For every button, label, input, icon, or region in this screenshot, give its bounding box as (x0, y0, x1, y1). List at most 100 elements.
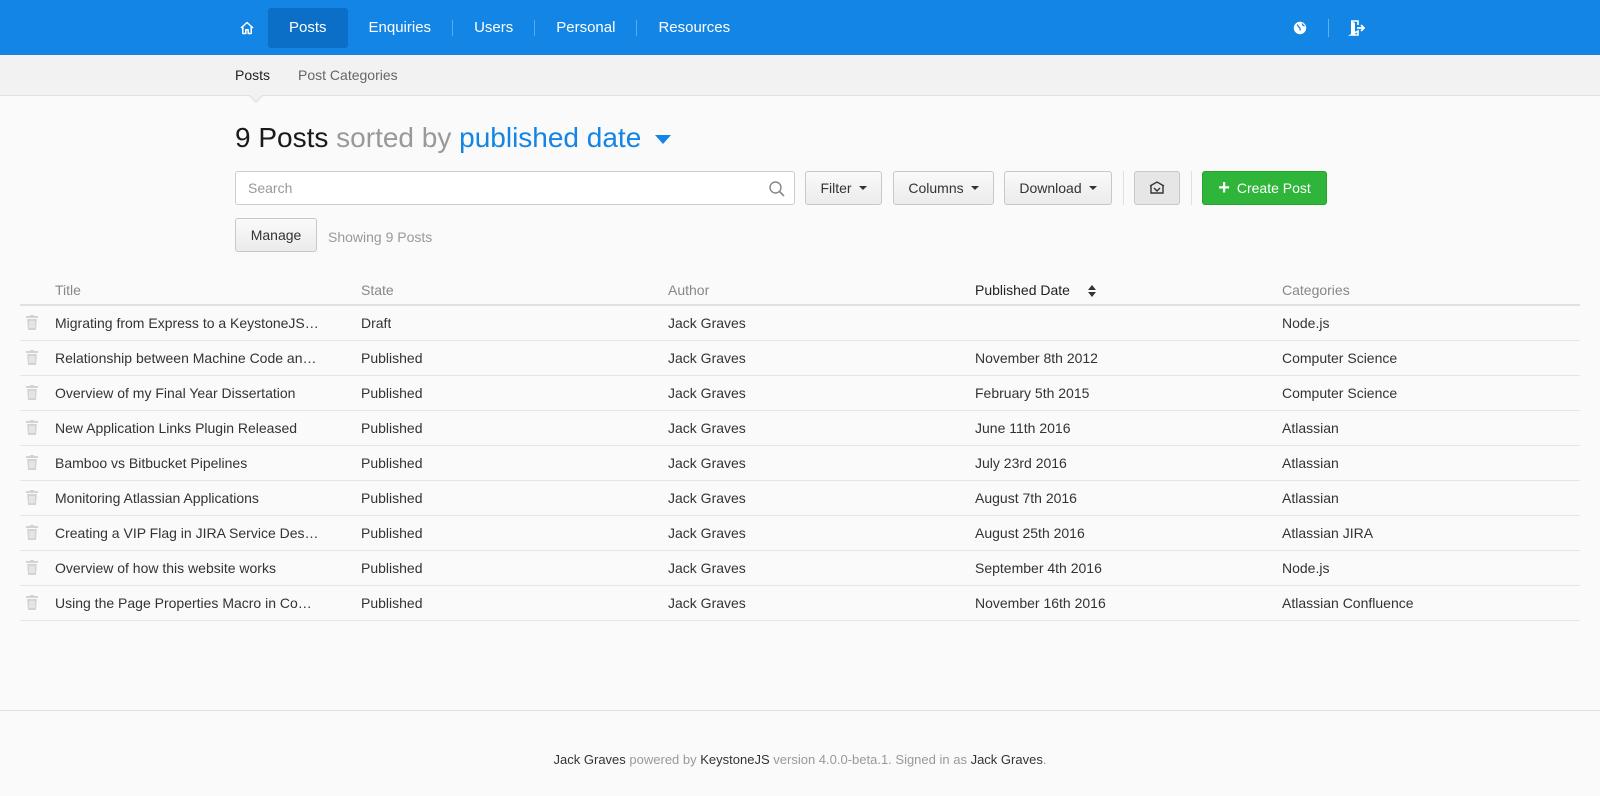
download-button-label: Download (1019, 180, 1082, 196)
home-button[interactable] (230, 8, 264, 48)
table-row: Creating a VIP Flag in JIRA Service Des…… (20, 516, 1580, 551)
cell-title[interactable]: Bamboo vs Bitbucket Pipelines (55, 455, 325, 471)
sort-field-dropdown[interactable]: published date (459, 122, 641, 153)
column-header-published-date[interactable]: Published Date (975, 282, 1096, 298)
trash-icon (26, 595, 38, 610)
view-website-button[interactable] (1284, 12, 1316, 44)
caret-down-icon (1088, 186, 1097, 190)
nav-item-enquiries[interactable]: Enquiries (348, 8, 453, 48)
cell-published-date: July 23rd 2016 (975, 455, 1067, 471)
table-row: Monitoring Atlassian Applications Publish… (20, 481, 1580, 516)
filter-button[interactable]: Filter (805, 171, 882, 205)
table-body: Migrating from Express to a KeystoneJS… D… (20, 306, 1580, 621)
nav-item-resources[interactable]: Resources (637, 8, 751, 48)
search-icon (769, 181, 785, 197)
cell-author: Jack Graves (668, 490, 746, 506)
footer-text: Jack Graves powered by KeystoneJS versio… (0, 752, 1600, 767)
columns-button-label: Columns (908, 180, 964, 196)
cell-title[interactable]: Creating a VIP Flag in JIRA Service Des… (55, 525, 325, 541)
subnav-item-posts[interactable]: Posts (235, 55, 271, 103)
column-header-title[interactable]: Title (55, 282, 81, 298)
delete-row-button[interactable] (26, 385, 40, 401)
column-header-label: Published Date (975, 282, 1070, 298)
cell-categories: Atlassian (1282, 420, 1339, 436)
cell-title[interactable]: Overview of how this website works (55, 560, 325, 576)
create-post-button[interactable]: + Create Post (1202, 171, 1327, 205)
globe-icon (1293, 21, 1307, 34)
cell-state: Published (361, 560, 423, 576)
cell-state: Published (361, 420, 423, 436)
trash-icon (26, 560, 38, 575)
trash-icon (26, 525, 38, 540)
cell-title[interactable]: Monitoring Atlassian Applications (55, 490, 325, 506)
sign-out-button[interactable] (1341, 12, 1373, 44)
trash-icon (26, 490, 38, 505)
expand-table-button[interactable] (1134, 171, 1180, 205)
delete-row-button[interactable] (26, 350, 40, 366)
delete-row-button[interactable] (26, 595, 40, 611)
trash-icon (26, 420, 38, 435)
delete-row-button[interactable] (26, 560, 40, 576)
cell-published-date: August 7th 2016 (975, 490, 1077, 506)
nav-item-label: Users (474, 19, 514, 36)
download-button[interactable]: Download (1004, 171, 1112, 205)
subnav-item-post-categories[interactable]: Post Categories (298, 55, 398, 95)
expand-icon (1149, 181, 1165, 194)
table-row: Migrating from Express to a KeystoneJS… D… (20, 306, 1580, 341)
footer-keystone-link[interactable]: KeystoneJS (700, 752, 769, 767)
chevron-down-icon[interactable] (655, 135, 672, 145)
filter-button-label: Filter (820, 180, 852, 196)
delete-row-button[interactable] (26, 490, 40, 506)
nav-item-posts[interactable]: Posts (268, 7, 348, 48)
table-row: Relationship between Machine Code an… Pub… (20, 341, 1580, 376)
columns-button[interactable]: Columns (893, 171, 994, 205)
nav-item-label: Resources (658, 19, 731, 36)
cell-published-date: September 4th 2016 (975, 560, 1102, 576)
footer-user-link[interactable]: Jack Graves (554, 752, 626, 767)
column-header-state[interactable]: State (361, 282, 394, 298)
delete-row-button[interactable] (26, 455, 40, 471)
nav-divider (1328, 18, 1329, 37)
footer-period: . (1042, 752, 1047, 767)
plus-icon: + (1218, 177, 1230, 199)
footer-version: version 4.0.0-beta.1. Signed in as (773, 752, 967, 767)
cell-title[interactable]: New Application Links Plugin Released (55, 420, 325, 436)
table-header: Title State Author Published Date Catego… (20, 274, 1580, 306)
cell-categories: Computer Science (1282, 385, 1398, 401)
results-count: Showing 9 Posts (328, 229, 433, 245)
cell-published-date: June 11th 2016 (975, 420, 1071, 436)
search-input[interactable] (236, 172, 794, 204)
delete-row-button[interactable] (26, 315, 40, 331)
delete-row-button[interactable] (26, 525, 40, 541)
cell-state: Published (361, 490, 423, 506)
cell-state: Published (361, 525, 423, 541)
toolbar-divider (1191, 171, 1192, 205)
column-header-categories[interactable]: Categories (1282, 282, 1350, 298)
trash-icon (26, 455, 38, 470)
nav-item-personal[interactable]: Personal (535, 8, 636, 48)
cell-author: Jack Graves (668, 315, 746, 331)
active-indicator (249, 94, 263, 101)
nav-item-users[interactable]: Users (453, 8, 534, 48)
subnav-item-label: Post Categories (298, 67, 398, 83)
cell-author: Jack Graves (668, 385, 746, 401)
cell-title[interactable]: Using the Page Properties Macro in Co… (55, 595, 325, 611)
cell-title[interactable]: Migrating from Express to a KeystoneJS… (55, 315, 325, 331)
cell-title[interactable]: Overview of my Final Year Dissertation (55, 385, 325, 401)
manage-button[interactable]: Manage (235, 218, 317, 252)
nav-item-label: Personal (556, 19, 616, 36)
trash-icon (26, 350, 38, 365)
cell-author: Jack Graves (668, 595, 746, 611)
cell-author: Jack Graves (668, 350, 746, 366)
footer-signed-in-user-link[interactable]: Jack Graves (971, 752, 1043, 767)
primary-nav: Posts Enquiries Users Personal Resources (230, 0, 751, 55)
cell-state: Published (361, 385, 423, 401)
delete-row-button[interactable] (26, 420, 40, 436)
search-box (235, 171, 795, 205)
column-header-author[interactable]: Author (668, 282, 709, 298)
cell-title[interactable]: Relationship between Machine Code an… (55, 350, 325, 366)
subnav-item-label: Posts (235, 67, 271, 83)
cell-author: Jack Graves (668, 420, 746, 436)
table-row: Overview of how this website works Publis… (20, 551, 1580, 586)
caret-down-icon (970, 186, 979, 190)
